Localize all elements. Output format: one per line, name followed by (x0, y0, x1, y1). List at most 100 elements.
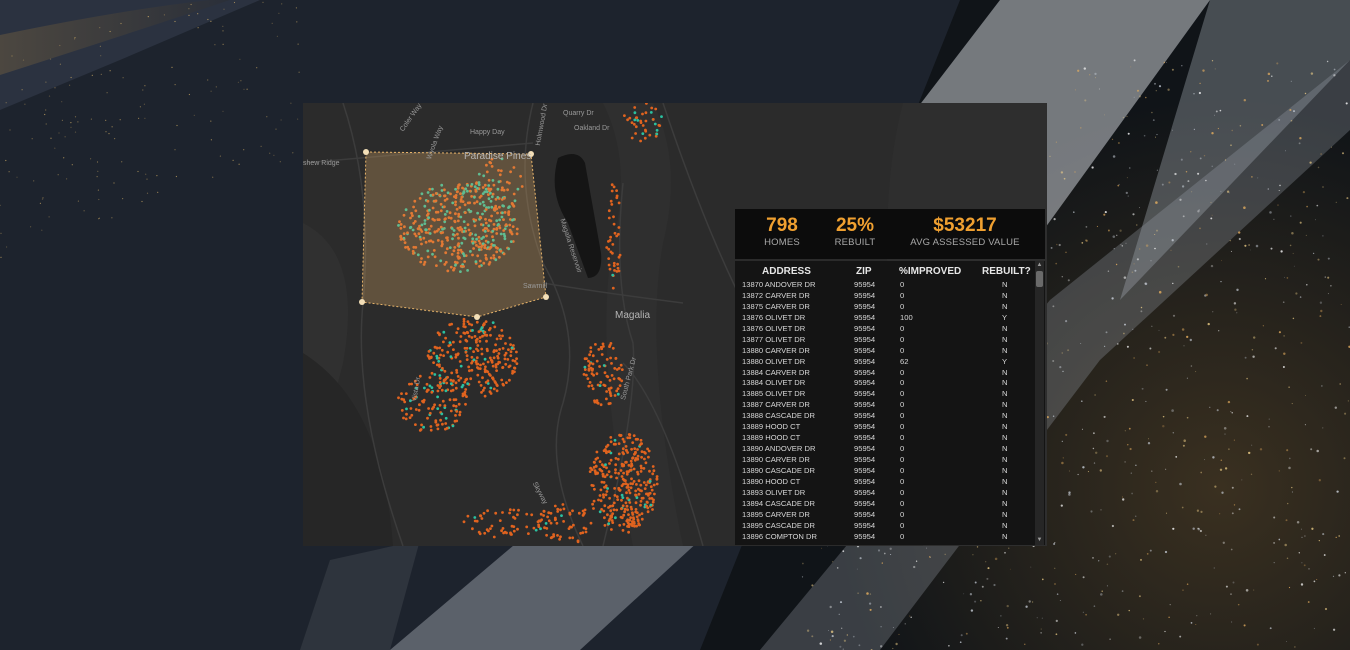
home-marker[interactable] (605, 451, 608, 455)
home-marker[interactable] (473, 519, 477, 523)
home-marker[interactable] (610, 183, 614, 187)
home-marker[interactable] (636, 119, 640, 122)
home-marker[interactable] (604, 463, 607, 467)
home-marker[interactable] (499, 337, 503, 340)
home-marker[interactable] (623, 114, 626, 117)
home-marker[interactable] (617, 201, 621, 205)
home-marker[interactable] (644, 451, 647, 455)
home-marker[interactable] (607, 470, 611, 473)
home-marker[interactable] (611, 504, 615, 508)
home-marker[interactable] (472, 350, 475, 353)
home-marker[interactable] (440, 348, 444, 352)
home-marker[interactable] (509, 532, 513, 536)
home-marker[interactable] (613, 269, 616, 272)
home-marker[interactable] (562, 520, 565, 523)
home-marker[interactable] (442, 340, 445, 344)
home-marker[interactable] (610, 374, 614, 377)
home-marker[interactable] (608, 504, 612, 508)
home-marker[interactable] (475, 347, 478, 351)
home-marker[interactable] (602, 345, 605, 348)
home-marker[interactable] (456, 375, 460, 378)
home-marker[interactable] (428, 384, 432, 388)
home-marker[interactable] (641, 496, 645, 500)
home-marker[interactable] (445, 426, 449, 430)
home-marker[interactable] (620, 379, 624, 383)
home-marker[interactable] (571, 536, 575, 540)
home-marker[interactable] (594, 343, 597, 346)
home-marker[interactable] (593, 487, 596, 491)
home-marker[interactable] (465, 346, 469, 350)
home-marker[interactable] (654, 107, 658, 111)
home-marker[interactable] (435, 363, 439, 367)
home-marker[interactable] (597, 348, 601, 351)
home-marker[interactable] (605, 390, 608, 393)
home-marker[interactable] (625, 486, 629, 489)
home-marker[interactable] (609, 440, 613, 444)
home-marker[interactable] (655, 482, 659, 486)
home-marker[interactable] (443, 404, 447, 408)
home-marker[interactable] (452, 340, 455, 344)
home-marker[interactable] (489, 358, 493, 362)
home-marker[interactable] (458, 360, 462, 363)
home-marker[interactable] (590, 384, 594, 387)
table-row[interactable]: 13888 CASCADE DR 95954 0 N (735, 411, 1035, 422)
home-marker[interactable] (496, 354, 499, 358)
home-marker[interactable] (636, 519, 640, 523)
home-marker[interactable] (508, 364, 512, 368)
home-marker[interactable] (478, 339, 482, 343)
home-marker[interactable] (626, 436, 630, 440)
home-marker[interactable] (612, 215, 615, 219)
home-marker[interactable] (495, 369, 498, 372)
home-marker[interactable] (547, 519, 551, 523)
home-marker[interactable] (458, 413, 462, 417)
home-marker[interactable] (591, 354, 595, 358)
home-marker[interactable] (465, 358, 469, 361)
home-marker[interactable] (640, 455, 643, 459)
home-marker[interactable] (485, 528, 489, 532)
homes-table[interactable]: ADDRESS ZIP %IMPROVED REBUILT? 13870 AND… (735, 261, 1045, 545)
home-marker[interactable] (540, 518, 543, 522)
home-marker[interactable] (463, 380, 467, 384)
home-marker[interactable] (615, 476, 618, 480)
home-marker[interactable] (501, 527, 505, 530)
home-marker[interactable] (449, 382, 453, 385)
home-marker[interactable] (572, 523, 575, 527)
home-marker[interactable] (478, 336, 482, 339)
home-marker[interactable] (568, 525, 572, 529)
home-marker[interactable] (556, 534, 559, 537)
home-marker[interactable] (599, 380, 603, 384)
home-marker[interactable] (438, 381, 442, 384)
home-marker[interactable] (621, 504, 625, 508)
home-marker[interactable] (607, 247, 611, 251)
home-marker[interactable] (616, 266, 620, 270)
home-marker[interactable] (635, 515, 639, 519)
polygon-vertex-handle[interactable] (474, 314, 480, 320)
home-marker[interactable] (620, 498, 623, 502)
home-marker[interactable] (590, 372, 594, 375)
home-marker[interactable] (634, 450, 637, 454)
home-marker[interactable] (441, 422, 444, 426)
home-marker[interactable] (512, 344, 515, 347)
home-marker[interactable] (433, 403, 436, 407)
home-marker[interactable] (614, 457, 618, 460)
home-marker[interactable] (608, 379, 612, 382)
home-marker[interactable] (456, 352, 460, 356)
home-marker[interactable] (467, 365, 471, 369)
home-marker[interactable] (513, 366, 517, 370)
home-marker[interactable] (610, 203, 614, 206)
home-marker[interactable] (619, 363, 623, 367)
home-marker[interactable] (425, 390, 429, 393)
table-row[interactable]: 13894 CASCADE DR 95954 0 N (735, 499, 1035, 510)
home-marker[interactable] (452, 379, 455, 382)
column-header-address[interactable]: ADDRESS (762, 266, 811, 277)
home-marker[interactable] (450, 371, 454, 375)
home-marker[interactable] (553, 504, 557, 508)
home-marker[interactable] (614, 471, 617, 475)
home-marker[interactable] (602, 364, 606, 367)
home-marker[interactable] (459, 376, 463, 380)
home-marker[interactable] (504, 362, 508, 366)
home-marker[interactable] (616, 262, 619, 266)
home-marker[interactable] (571, 509, 574, 513)
home-marker[interactable] (612, 222, 616, 226)
home-marker[interactable] (423, 386, 426, 390)
